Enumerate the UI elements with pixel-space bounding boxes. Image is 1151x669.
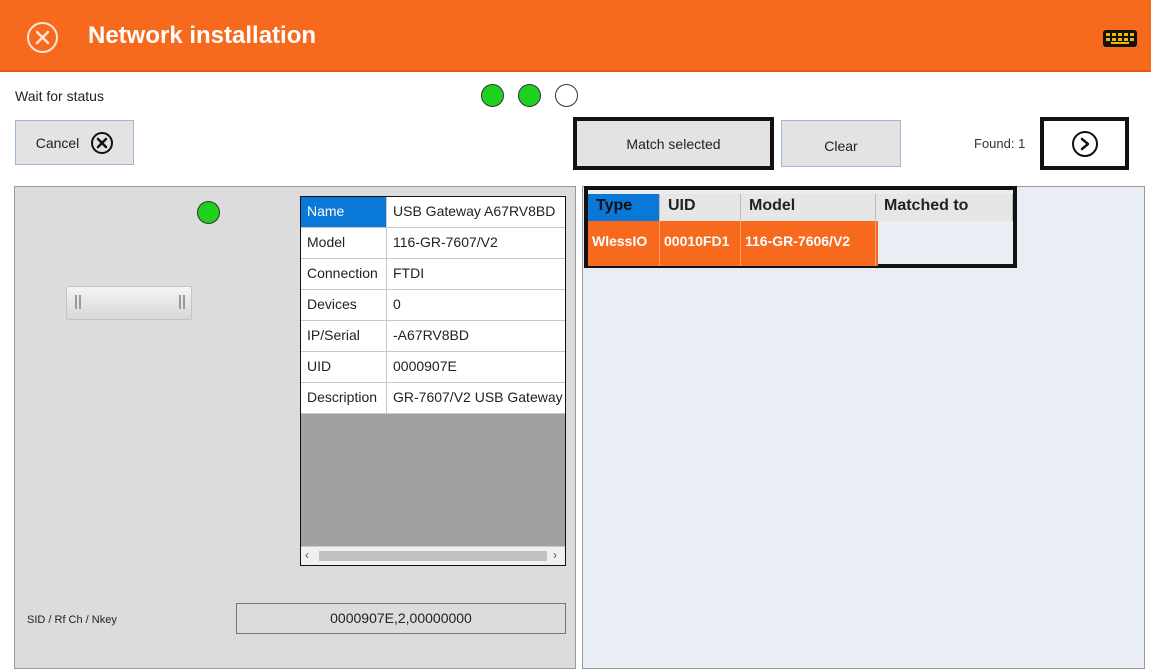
cell-model: 116-GR-7606/V2 <box>741 221 876 266</box>
column-header-uid[interactable]: UID <box>660 194 741 221</box>
window-title: Network installation <box>88 22 317 49</box>
close-window-icon[interactable] <box>27 22 58 53</box>
status-indicator-2 <box>518 84 541 107</box>
property-row-ip-serial[interactable]: IP/Serial -A67RV8BD <box>301 321 565 352</box>
property-key: Name <box>301 197 387 227</box>
gateway-device-image <box>66 286 192 320</box>
chevron-right-circle-icon <box>1071 130 1098 157</box>
property-value: 116-GR-7607/V2 <box>393 234 498 250</box>
status-label: Wait for status <box>15 88 104 104</box>
match-selected-label: Match selected <box>626 135 721 152</box>
horizontal-scrollbar[interactable]: ‹ › <box>301 546 565 565</box>
column-header-type[interactable]: Type <box>588 194 660 221</box>
cancel-button[interactable]: Cancel <box>15 120 134 165</box>
device-status-indicator <box>197 201 220 224</box>
next-button[interactable] <box>1040 117 1129 170</box>
property-row-model[interactable]: Model 116-GR-7607/V2 <box>301 228 565 259</box>
close-circle-icon <box>91 131 114 154</box>
sid-value-field: 0000907E,2,00000000 <box>236 603 566 634</box>
property-row-devices[interactable]: Devices 0 <box>301 290 565 321</box>
clear-button[interactable]: Clear <box>781 120 901 167</box>
property-key: Connection <box>301 259 387 289</box>
property-key: IP/Serial <box>301 321 387 351</box>
found-count: Found: 1 <box>974 136 1026 151</box>
property-row-description[interactable]: Description GR-7607/V2 USB Gateway <box>301 383 565 414</box>
property-value: GR-7607/V2 USB Gateway <box>393 389 563 405</box>
column-header-matched-to[interactable]: Matched to <box>876 194 1013 221</box>
property-key: Model <box>301 228 387 258</box>
sid-label: SID / Rf Ch / Nkey <box>27 614 117 626</box>
scroll-left-icon[interactable]: ‹ <box>305 548 309 562</box>
property-value: -A67RV8BD <box>393 327 470 343</box>
cancel-label: Cancel <box>35 134 80 151</box>
match-selected-button[interactable]: Match selected <box>573 117 774 170</box>
title-bar: Network installation <box>0 0 1151 72</box>
property-row-name[interactable]: Name USB Gateway A67RV8BD <box>301 197 565 228</box>
property-value: 0000907E <box>393 358 457 374</box>
scrollbar-thumb[interactable] <box>319 551 547 561</box>
found-devices-table[interactable]: Type UID Model Matched to WlessIO 00010F… <box>584 186 1017 268</box>
property-row-uid[interactable]: UID 0000907E <box>301 352 565 383</box>
device-properties-grid[interactable]: Name USB Gateway A67RV8BD Model 116-GR-7… <box>300 196 566 566</box>
property-key: Devices <box>301 290 387 320</box>
column-header-model[interactable]: Model <box>741 194 876 221</box>
property-key: Description <box>301 383 387 413</box>
status-indicator-1 <box>481 84 504 107</box>
property-value: 0 <box>393 296 401 312</box>
keyboard-icon[interactable] <box>1103 30 1137 47</box>
property-value: USB Gateway A67RV8BD <box>393 203 556 219</box>
scroll-right-icon[interactable]: › <box>553 548 557 562</box>
cell-type: WlessIO <box>588 221 660 266</box>
clear-label: Clear <box>824 137 858 154</box>
property-row-connection[interactable]: Connection FTDI <box>301 259 565 290</box>
status-indicator-3 <box>555 84 578 107</box>
cell-uid: 00010FD1 <box>660 221 741 266</box>
property-key: UID <box>301 352 387 382</box>
property-value: FTDI <box>393 265 425 281</box>
